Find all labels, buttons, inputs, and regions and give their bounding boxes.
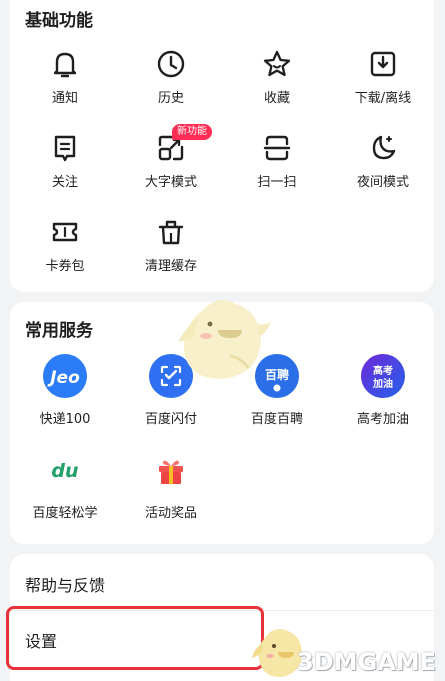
settings-highlight-box	[6, 606, 264, 670]
kuaidi100-item[interactable]: Jeo 快递100	[12, 354, 118, 430]
kuaidi100-icon: Jeo	[43, 354, 87, 398]
gift-item[interactable]: 活动奖品	[118, 448, 224, 524]
gaokao-item[interactable]: 高考 加油 高考加油	[330, 354, 436, 430]
gift-icon	[149, 448, 193, 492]
bell-icon	[53, 52, 77, 78]
favorites-label: 收藏	[263, 91, 290, 106]
kuaidi100-icon-text: Jeo	[47, 368, 80, 388]
mascot-watermark-image	[178, 300, 272, 379]
baipin-label: 百度百聘	[250, 412, 303, 427]
download-item[interactable]: 下载/离线	[330, 44, 436, 114]
help-feedback-item[interactable]: 帮助与反馈	[25, 572, 105, 596]
scan-item[interactable]: 扫一扫	[224, 128, 330, 198]
svg-text:高考: 高考	[373, 364, 393, 377]
clear-cache-label: 清理缓存	[144, 259, 197, 274]
gaokao-icon: 高考 加油	[361, 354, 405, 398]
night-mode-item[interactable]: 夜间模式	[330, 128, 436, 198]
trash-icon	[158, 220, 184, 245]
follow-label: 关注	[51, 175, 78, 190]
large-text-mode-label: 大字模式	[144, 175, 197, 190]
qingsongxue-label: 百度轻松学	[32, 506, 98, 521]
coupon-item[interactable]: 卡券包	[12, 212, 118, 282]
watermark-text: 3DMGAME	[297, 648, 437, 676]
clock-icon	[157, 50, 185, 78]
qingsongxue-item[interactable]: du 百度轻松学	[12, 448, 118, 524]
bookmark-list-icon	[54, 135, 76, 162]
svg-text:加油: 加油	[372, 377, 393, 390]
qingsongxue-icon: du	[43, 448, 87, 492]
gaokao-label: 高考加油	[356, 412, 409, 427]
history-label: 历史	[157, 91, 184, 106]
large-text-mode-item[interactable]: 新功能 大字模式	[118, 124, 224, 198]
star-icon	[263, 50, 291, 77]
basic-functions-title: 基础功能	[25, 11, 93, 31]
kuaidi100-label: 快递100	[39, 412, 91, 427]
common-services-title: 常用服务	[25, 321, 93, 341]
scan-icon	[263, 135, 291, 161]
history-item[interactable]: 历史	[118, 44, 224, 114]
baidu-pay-label: 百度闪付	[144, 412, 197, 427]
night-mode-label: 夜间模式	[356, 175, 409, 190]
coupon-label: 卡券包	[45, 259, 85, 274]
favorites-item[interactable]: 收藏	[224, 44, 330, 114]
notification-label: 通知	[51, 91, 78, 106]
download-icon	[370, 51, 396, 77]
qingsongxue-icon-text: du	[51, 460, 78, 482]
moon-icon	[372, 135, 396, 160]
gift-label: 活动奖品	[144, 506, 197, 521]
new-feature-badge: 新功能	[172, 124, 212, 140]
scan-label: 扫一扫	[257, 175, 297, 190]
notification-item[interactable]: 通知	[12, 44, 118, 114]
clear-cache-item[interactable]: 清理缓存	[118, 212, 224, 282]
download-label: 下载/离线	[354, 91, 412, 106]
basic-functions-card: 基础功能 通知 历史 收藏 下载/离线 关注 新功能 大字模式 扫一扫 夜间模式…	[10, 0, 434, 292]
ticket-icon	[52, 222, 78, 242]
follow-item[interactable]: 关注	[12, 128, 118, 198]
